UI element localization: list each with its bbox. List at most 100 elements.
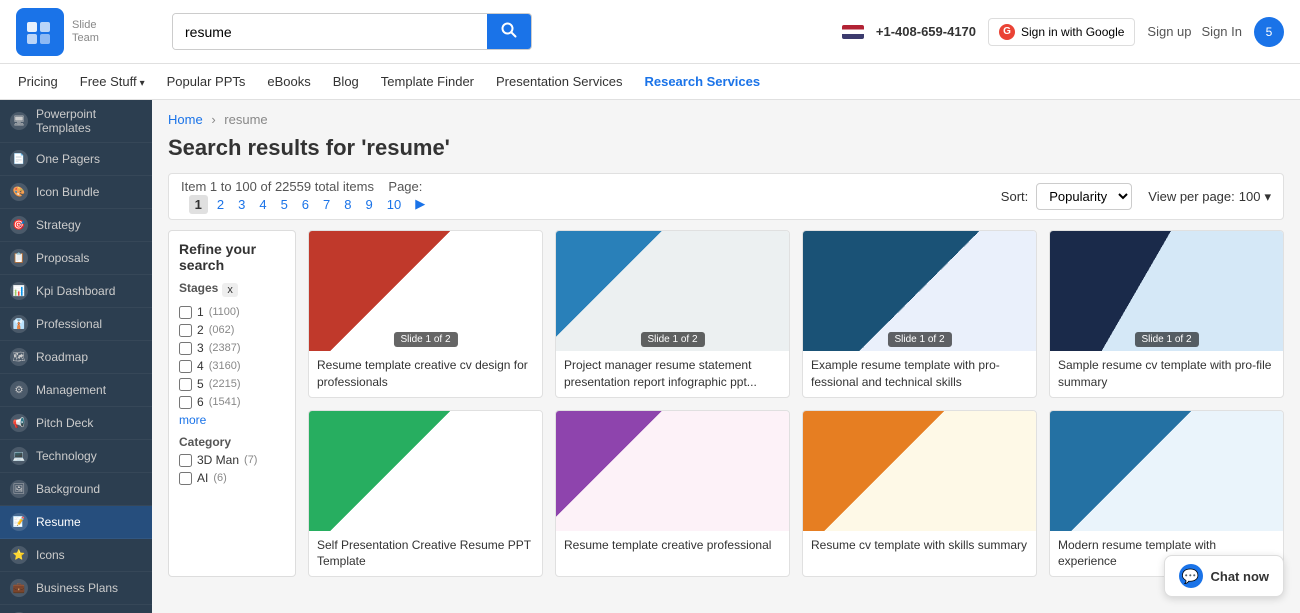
card-image-3: Slide 1 of 2 <box>1050 231 1283 351</box>
page-7[interactable]: 7 <box>318 195 335 214</box>
page-6[interactable]: 6 <box>297 195 314 214</box>
nav-popular-ppts[interactable]: Popular PPTs <box>165 66 248 97</box>
sidebar-item-label: Technology <box>36 449 97 463</box>
sidebar-item-management[interactable]: ⚙ Management <box>0 374 152 407</box>
nav-presentation-services[interactable]: Presentation Services <box>494 66 624 97</box>
sidebar-item-resume[interactable]: 📝 Resume <box>0 506 152 539</box>
sidebar-item-business-plans[interactable]: 💼 Business Plans <box>0 572 152 605</box>
header-right: +1-408-659-4170 G Sign in with Google Si… <box>842 17 1284 47</box>
nav-ebooks[interactable]: eBooks <box>265 66 312 97</box>
management-icon: ⚙ <box>10 381 28 399</box>
logo-icon <box>16 8 64 56</box>
nav-free-stuff[interactable]: Free Stuff <box>78 66 147 97</box>
product-card-6[interactable]: Resume cv template with skills summary <box>802 410 1037 578</box>
content-area: Refine your search Stages x 1 (1100) 2 (… <box>168 230 1284 577</box>
sidebar-item-label: Kpi Dashboard <box>36 284 115 298</box>
card-image-4 <box>309 411 542 531</box>
sidebar-item-one-pagers[interactable]: 📄 One Pagers <box>0 143 152 176</box>
slide-badge-1: Slide 1 of 2 <box>640 332 704 347</box>
page-current[interactable]: 1 <box>189 195 208 214</box>
sidebar-item-technology[interactable]: 💻 Technology <box>0 440 152 473</box>
filter-checkbox-2[interactable] <box>179 324 192 337</box>
sidebar-item-roadmap[interactable]: 🗺 Roadmap <box>0 341 152 374</box>
filter-number-2: 2 <box>197 323 204 337</box>
page-2[interactable]: 2 <box>212 195 229 214</box>
filter-number-1: 1 <box>197 305 204 319</box>
page-8[interactable]: 8 <box>339 195 356 214</box>
product-card-2[interactable]: Slide 1 of 2 Example resume template wit… <box>802 230 1037 398</box>
card-thumbnail-5 <box>556 411 789 531</box>
view-per-page-dropdown-icon[interactable]: ▾ <box>1264 189 1271 205</box>
breadcrumb-home[interactable]: Home <box>168 112 203 127</box>
google-signin-button[interactable]: G Sign in with Google <box>988 18 1135 46</box>
sidebar-item-professional[interactable]: 👔 Professional <box>0 308 152 341</box>
logo-text: Slide Team <box>72 19 99 43</box>
product-card-1[interactable]: Slide 1 of 2 Project manager resume stat… <box>555 230 790 398</box>
slide-badge-2: Slide 1 of 2 <box>887 332 951 347</box>
filter-checkbox-1[interactable] <box>179 306 192 319</box>
signin-link[interactable]: Sign In <box>1202 24 1242 39</box>
sidebar-item-icon-bundle[interactable]: 🎨 Icon Bundle <box>0 176 152 209</box>
layout: 🖥 Powerpoint Templates 📄 One Pagers 🎨 Ic… <box>0 100 1300 613</box>
page-5[interactable]: 5 <box>276 195 293 214</box>
flag-icon <box>842 25 864 39</box>
product-card-5[interactable]: Resume template creative professional <box>555 410 790 578</box>
nav-research-services[interactable]: Research Services <box>642 66 762 97</box>
nav-blog[interactable]: Blog <box>331 66 361 97</box>
card-image-1: Slide 1 of 2 <box>556 231 789 351</box>
sidebar-item-strategy[interactable]: 🎯 Strategy <box>0 209 152 242</box>
signup-link[interactable]: Sign up <box>1147 24 1191 39</box>
nav-template-finder[interactable]: Template Finder <box>379 66 476 97</box>
controls-row: Item 1 to 100 of 22559 total items Page:… <box>168 173 1284 220</box>
sidebar-item-pitch-deck[interactable]: 📢 Pitch Deck <box>0 407 152 440</box>
search-input[interactable]: resume <box>173 14 487 49</box>
product-card-7[interactable]: Modern resume template with experience <box>1049 410 1284 578</box>
filter-checkbox-4[interactable] <box>179 360 192 373</box>
phone-number: +1-408-659-4170 <box>876 24 976 39</box>
filter-panel: Refine your search Stages x 1 (1100) 2 (… <box>168 230 296 577</box>
sidebar-item-kpi-dashboard[interactable]: 📊 Kpi Dashboard <box>0 275 152 308</box>
sidebar-item-icons[interactable]: ⭐ Icons <box>0 539 152 572</box>
filter-checkbox-6[interactable] <box>179 396 192 409</box>
technology-icon: 💻 <box>10 447 28 465</box>
auth-links: Sign up Sign In <box>1147 24 1242 39</box>
logo-main: Slide <box>72 19 99 31</box>
nav-bar: Pricing Free Stuff Popular PPTs eBooks B… <box>0 64 1300 100</box>
logo[interactable]: Slide Team <box>16 8 156 56</box>
sidebar-item-proposals[interactable]: 📋 Proposals <box>0 242 152 275</box>
search-button[interactable] <box>487 14 531 49</box>
filter-more-link[interactable]: more <box>179 413 285 427</box>
pitch-deck-icon: 📢 <box>10 414 28 432</box>
notification-bell[interactable]: 5 <box>1254 17 1284 47</box>
filter-checkbox-5[interactable] <box>179 378 192 391</box>
card-thumbnail-4 <box>309 411 542 531</box>
nav-pricing[interactable]: Pricing <box>16 66 60 97</box>
filter-label-ai: AI <box>197 471 208 485</box>
resume-icon: 📝 <box>10 513 28 531</box>
card-title-1: Project manager resume statement present… <box>556 351 789 397</box>
sidebar-item-powerpoint-templates[interactable]: 🖥 Powerpoint Templates <box>0 100 152 143</box>
page-next[interactable]: ▶ <box>410 194 430 214</box>
product-card-4[interactable]: Self Presentation Creative Resume PPT Te… <box>308 410 543 578</box>
view-per-page-label: View per page: <box>1148 189 1235 204</box>
page-9[interactable]: 9 <box>361 195 378 214</box>
sort-select[interactable]: Popularity Latest Oldest <box>1036 183 1132 210</box>
chat-now-button[interactable]: 💬 Chat now <box>1164 555 1285 597</box>
page-3[interactable]: 3 <box>233 195 250 214</box>
filter-count-2: (062) <box>209 324 235 336</box>
breadcrumb: Home › resume <box>168 112 1284 127</box>
filter-number-4: 4 <box>197 359 204 373</box>
page-10[interactable]: 10 <box>382 195 406 214</box>
filter-checkbox-ai[interactable] <box>179 472 192 485</box>
filter-checkbox-3[interactable] <box>179 342 192 355</box>
filter-stages-clear[interactable]: x <box>222 283 238 297</box>
page-4[interactable]: 4 <box>254 195 271 214</box>
sidebar-item-swot-analysis[interactable]: 📈 Swot Analysis <box>0 605 152 613</box>
filter-checkbox-3d-man[interactable] <box>179 454 192 467</box>
filter-number-6: 6 <box>197 395 204 409</box>
product-card-0[interactable]: Slide 1 of 2 Resume template creative cv… <box>308 230 543 398</box>
proposals-icon: 📋 <box>10 249 28 267</box>
sidebar-item-label: Professional <box>36 317 102 331</box>
product-card-3[interactable]: Slide 1 of 2 Sample resume cv template w… <box>1049 230 1284 398</box>
sidebar-item-background[interactable]: 🖼 Background <box>0 473 152 506</box>
